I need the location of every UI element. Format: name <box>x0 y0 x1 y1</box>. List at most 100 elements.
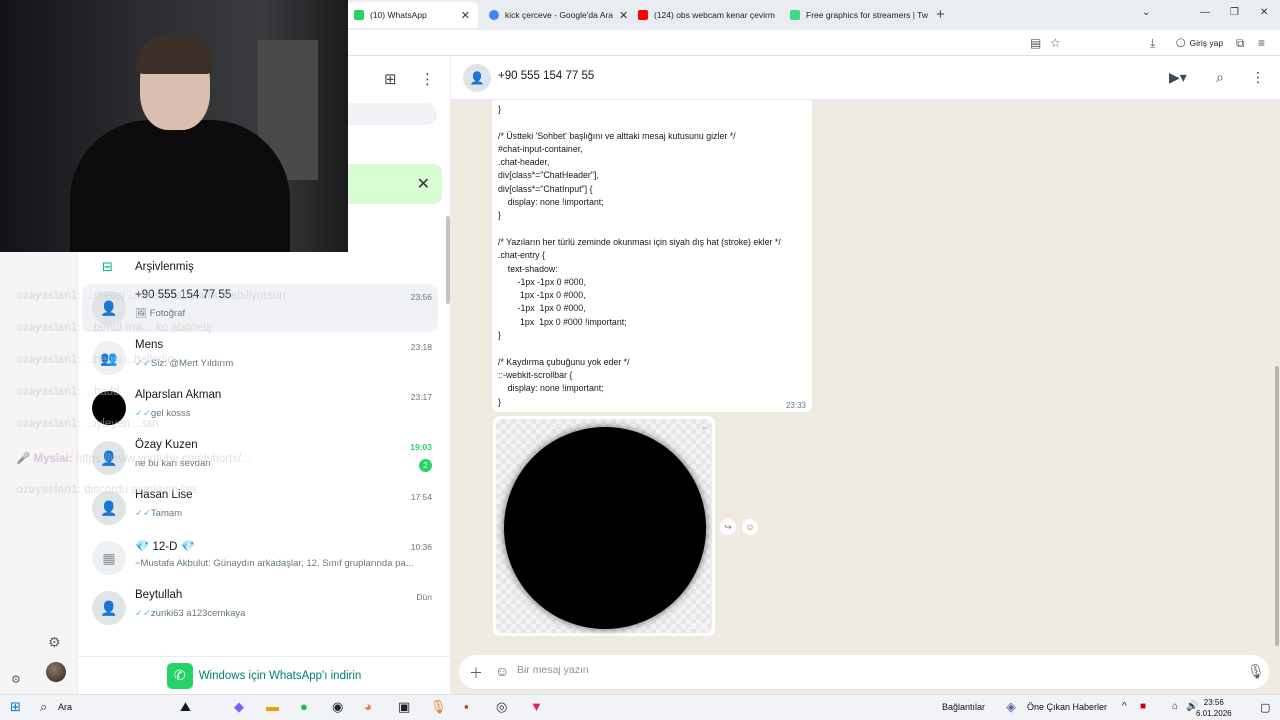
message-input[interactable]: Bir mesaj yazın <box>517 664 589 676</box>
new-chat-icon[interactable]: ⊞ <box>384 70 397 88</box>
minimize-icon[interactable]: — <box>1200 7 1210 18</box>
chat-row[interactable]: 👤 Beytullah Dün ✓✓zuriki63 a123cemkaya <box>82 584 438 632</box>
conversation-header[interactable]: 👤 +90 555 154 77 55 ▶▾ ⌕ ⋮ <box>451 56 1280 100</box>
tab-google-search[interactable]: kick çerceve - Google'da Ara ✕ <box>481 2 629 28</box>
search-icon[interactable]: ⌕ <box>40 699 47 715</box>
emoji-react-icon[interactable]: ☺ <box>742 519 758 535</box>
webcam-overlay <box>0 0 348 252</box>
chat-preview: ✓✓Tamam <box>135 508 425 519</box>
microphone-icon[interactable]: 🎙 <box>1247 663 1265 680</box>
chat-list-scrollbar[interactable] <box>446 216 450 304</box>
chat-name: Alparslan Akman <box>135 389 222 401</box>
chat-preview-text: Fotoğraf <box>149 308 186 319</box>
close-tab-icon[interactable]: ✕ <box>461 9 470 22</box>
code-line: } <box>498 104 501 114</box>
news-icon[interactable]: ◈ <box>1006 699 1016 715</box>
conversation-scrollbar[interactable] <box>1275 366 1279 646</box>
tab-label: Free graphics for streamers | Tw <box>806 10 929 20</box>
app-icon[interactable]: ▪ <box>464 699 469 714</box>
tray-app-icon[interactable]: ■ <box>1140 701 1146 712</box>
tab-youtube[interactable]: (124) obs webcam kenar çevirm ✕ <box>630 2 782 28</box>
copilot-icon[interactable]: ◆ <box>234 699 244 715</box>
message-options-chevron-icon[interactable]: ⌄ <box>700 421 708 432</box>
microphone-app-icon[interactable]: 🎙 <box>430 699 447 715</box>
group-avatar: ▦ <box>92 541 126 575</box>
image-message-bubble[interactable]: ⌄ 23:56 <box>493 416 715 636</box>
chat-row[interactable]: ▦ 💎 12-D 💎 10:36 ~Mustafa Akbulut: Günay… <box>82 534 438 582</box>
settings-gear-icon[interactable]: ⚙ <box>48 634 61 651</box>
archived-row[interactable]: ⊟ Arşivlenmiş <box>78 252 438 282</box>
spotify-icon[interactable]: ● <box>300 699 308 714</box>
attach-plus-icon[interactable]: ＋ <box>469 663 483 683</box>
epic-games-icon[interactable]: ▣ <box>398 699 410 715</box>
chat-name: Mens <box>135 339 164 351</box>
tab-list-chevron-icon[interactable]: ⌄ <box>1142 7 1150 18</box>
notification-icon[interactable]: ▢ <box>1260 701 1270 714</box>
close-tab-icon[interactable]: ✕ <box>619 9 628 22</box>
search-icon[interactable]: ⌕ <box>1216 69 1224 86</box>
news-label[interactable]: Öne Çıkan Haberler <box>1027 702 1107 712</box>
webcam-person-body <box>70 120 290 252</box>
code-line: } <box>498 330 501 341</box>
sticker-icon[interactable]: ☺ <box>495 663 509 679</box>
tab-label: (124) obs webcam kenar çevirm <box>654 10 775 20</box>
login-button[interactable]: ◯ Giriş yap <box>1176 37 1223 48</box>
clock[interactable]: 23:56 6.01.2026 <box>1196 697 1232 719</box>
app-icon[interactable]: ▼ <box>530 699 543 714</box>
close-banner-icon[interactable]: ✕ <box>417 174 430 194</box>
overlay-user: ozayaslan1: <box>16 418 82 430</box>
connections-label[interactable]: Bağlantılar <box>942 702 985 712</box>
overlay-user: ozayaslan1: <box>16 322 82 334</box>
contact-avatar[interactable]: 👤 <box>463 64 491 92</box>
menu-icon[interactable]: ≡ <box>1258 36 1265 50</box>
small-gear-icon[interactable]: ⚙ <box>11 673 21 686</box>
code-text: } /* Üstteki 'Sohbet' başlığını ve altta… <box>498 103 806 409</box>
message-composer: ＋ ☺ Bir mesaj yazın 🎙 <box>451 654 1280 694</box>
chat-preview: ✓✓gel kosss <box>135 408 425 419</box>
profile-avatar[interactable] <box>46 662 66 682</box>
taskbar-search-label[interactable]: Ara <box>58 702 72 712</box>
tray-chevron-icon[interactable]: ^ <box>1122 701 1127 712</box>
network-icon[interactable]: ⌂ <box>1172 701 1178 712</box>
code-line: -1px -1px 0 #000, <box>498 276 587 287</box>
read-tick-icon: ✓✓ <box>135 508 151 519</box>
chat-time: 17:54 <box>410 492 432 502</box>
chat-time: Dün <box>416 592 432 602</box>
menu-dots-icon[interactable]: ⋮ <box>420 70 435 88</box>
contact-name[interactable]: +90 555 154 77 55 <box>498 70 594 82</box>
video-call-icon[interactable]: ▶▾ <box>1169 69 1187 86</box>
chat-preview-text: Tamam <box>150 508 183 519</box>
reader-view-icon[interactable]: ▤ <box>1030 36 1041 50</box>
obs-icon[interactable]: ◎ <box>496 699 507 715</box>
code-line: 1px 1px 0 #000 !important; <box>498 316 627 327</box>
widgets-icon[interactable]: ⛰ <box>180 699 191 715</box>
chat-name: 💎 12-D 💎 <box>135 541 195 553</box>
restore-icon[interactable]: ❐ <box>1230 7 1239 18</box>
extensions-icon[interactable]: ⧉ <box>1236 36 1245 51</box>
chat-preview: ✓✓zuriki63 a123cemkaya <box>135 608 425 619</box>
image-preview[interactable]: ⌄ 23:56 <box>496 419 712 633</box>
overlay-user: ozayaslan1: <box>16 484 82 496</box>
tab-free-graphics[interactable]: Free graphics for streamers | Tw ✕ <box>782 2 930 28</box>
code-message-bubble[interactable]: } /* Üstteki 'Sohbet' başlığını ve altta… <box>492 100 812 412</box>
account-icon: ◯ <box>1176 37 1186 47</box>
download-icon[interactable]: ⤓ <box>1150 36 1155 51</box>
firefox-icon[interactable]: ◕ <box>364 699 372 714</box>
bookmark-star-icon[interactable]: ☆ <box>1050 36 1061 50</box>
login-label: Giriş yap <box>1189 37 1224 48</box>
tab-whatsapp[interactable]: (10) WhatsApp ✕ <box>346 2 478 28</box>
close-window-icon[interactable]: ✕ <box>1260 7 1268 18</box>
new-tab-icon[interactable]: + <box>936 6 945 23</box>
overlay-message: ozayaslan1: ...hadd <box>16 386 120 398</box>
forward-icon[interactable]: ↪ <box>720 519 736 535</box>
file-explorer-icon[interactable]: ▬ <box>266 699 279 714</box>
start-windows-icon[interactable]: ⊞ <box>10 699 21 715</box>
steam-icon[interactable]: ◉ <box>332 699 343 715</box>
download-whatsapp-link[interactable]: ✆ Windows için WhatsApp'ı indirin <box>78 656 450 694</box>
contact-avatar: 👤 <box>92 591 126 625</box>
overlay-message: ozayaslan1: ...mesaj ...kliksen abonelik… <box>16 290 286 302</box>
menu-dots-icon[interactable]: ⋮ <box>1251 69 1265 86</box>
overlay-text: ...iyleyen ...tan <box>84 418 159 430</box>
